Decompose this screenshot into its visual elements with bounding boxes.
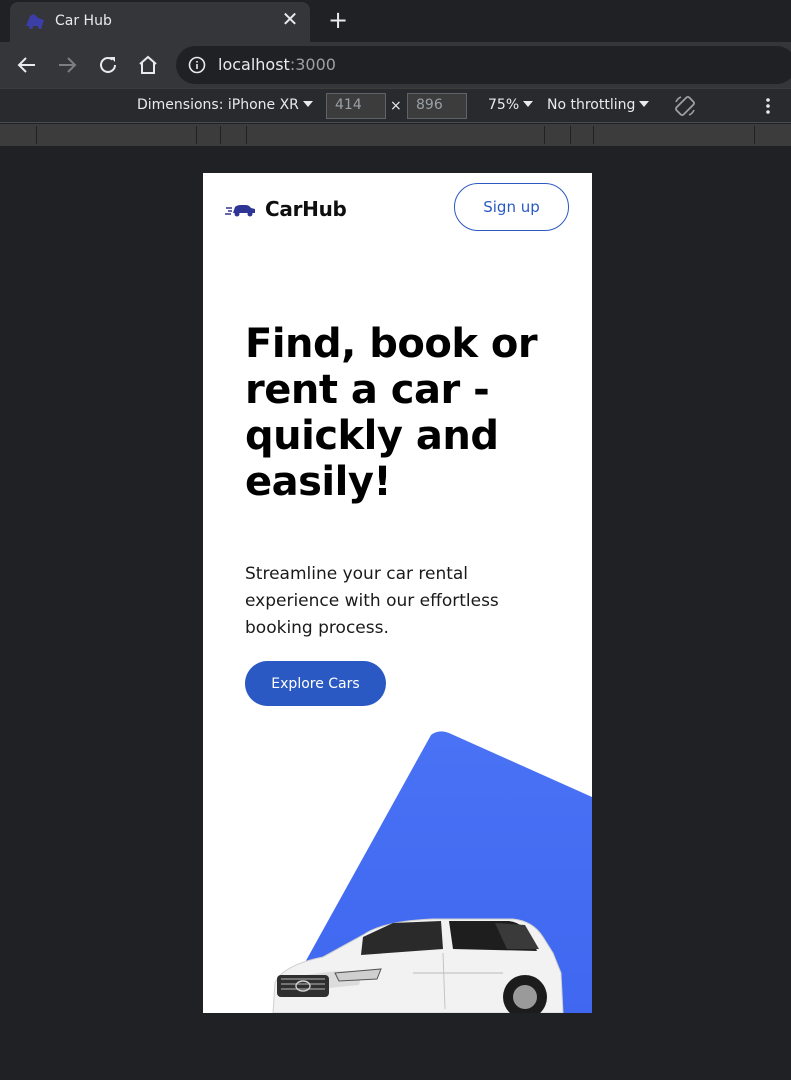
chevron-down-icon [523, 101, 534, 107]
carhub-logo[interactable]: CarHub [225, 197, 347, 221]
close-tab-icon[interactable]: ✕ [280, 9, 300, 29]
car-logo-icon [225, 205, 255, 217]
browser-tab[interactable]: Car Hub ✕ [10, 2, 310, 42]
dimension-separator: × [390, 98, 402, 114]
throttling-label: No throttling [547, 97, 636, 113]
hero-subtitle: Streamline your car rental experience wi… [245, 564, 499, 638]
media-query-segment[interactable] [755, 126, 791, 144]
media-query-segment[interactable] [247, 126, 545, 144]
rotate-icon[interactable] [673, 94, 697, 118]
media-query-segment[interactable] [594, 126, 755, 144]
url-text[interactable]: localhost:3000 [218, 55, 336, 74]
suv-car-image [272, 918, 564, 1013]
sign-up-button[interactable]: Sign up [454, 183, 569, 231]
media-query-segment[interactable] [545, 126, 571, 144]
more-options-icon[interactable] [760, 96, 776, 116]
tab-strip: Car Hub ✕ + [0, 0, 791, 42]
home-icon[interactable] [137, 54, 159, 76]
device-label: Dimensions: iPhone XR [137, 97, 299, 113]
media-query-segment[interactable] [571, 126, 594, 144]
car-hub-favicon-icon [26, 14, 44, 29]
brand-name: CarHub [265, 197, 347, 221]
url-port: :3000 [289, 55, 336, 74]
device-viewport: CarHub Sign up Find, book or rent a car … [203, 173, 592, 1013]
url-host: localhost [218, 55, 290, 74]
address-bar[interactable]: localhost:3000 [176, 46, 791, 84]
forward-arrow-icon[interactable] [56, 54, 78, 76]
media-query-segment[interactable] [37, 126, 197, 144]
reload-icon[interactable] [97, 54, 119, 76]
device-select[interactable]: Dimensions: iPhone XR [137, 97, 313, 113]
media-query-ruler [0, 124, 791, 146]
new-tab-button[interactable]: + [326, 8, 350, 32]
chevron-down-icon [302, 101, 313, 107]
throttling-select[interactable]: No throttling [547, 97, 650, 113]
media-query-segment[interactable] [197, 126, 221, 144]
height-input[interactable]: 896 [407, 93, 467, 119]
explore-cars-button[interactable]: Explore Cars [245, 661, 386, 706]
width-input[interactable]: 414 [326, 93, 386, 119]
back-arrow-icon[interactable] [16, 54, 38, 76]
media-query-segment[interactable] [221, 126, 247, 144]
device-toolbar: Dimensions: iPhone XR 414 × 896 75% No t… [0, 88, 791, 123]
info-icon[interactable] [188, 56, 206, 74]
tab-title: Car Hub [55, 13, 112, 29]
media-query-segment[interactable] [0, 126, 37, 144]
hero-title: Find, book or rent a car - quickly and e… [245, 321, 538, 505]
chevron-down-icon [639, 101, 650, 107]
zoom-label: 75% [488, 97, 520, 113]
browser-toolbar: localhost:3000 [0, 42, 791, 88]
zoom-select[interactable]: 75% [488, 97, 534, 113]
